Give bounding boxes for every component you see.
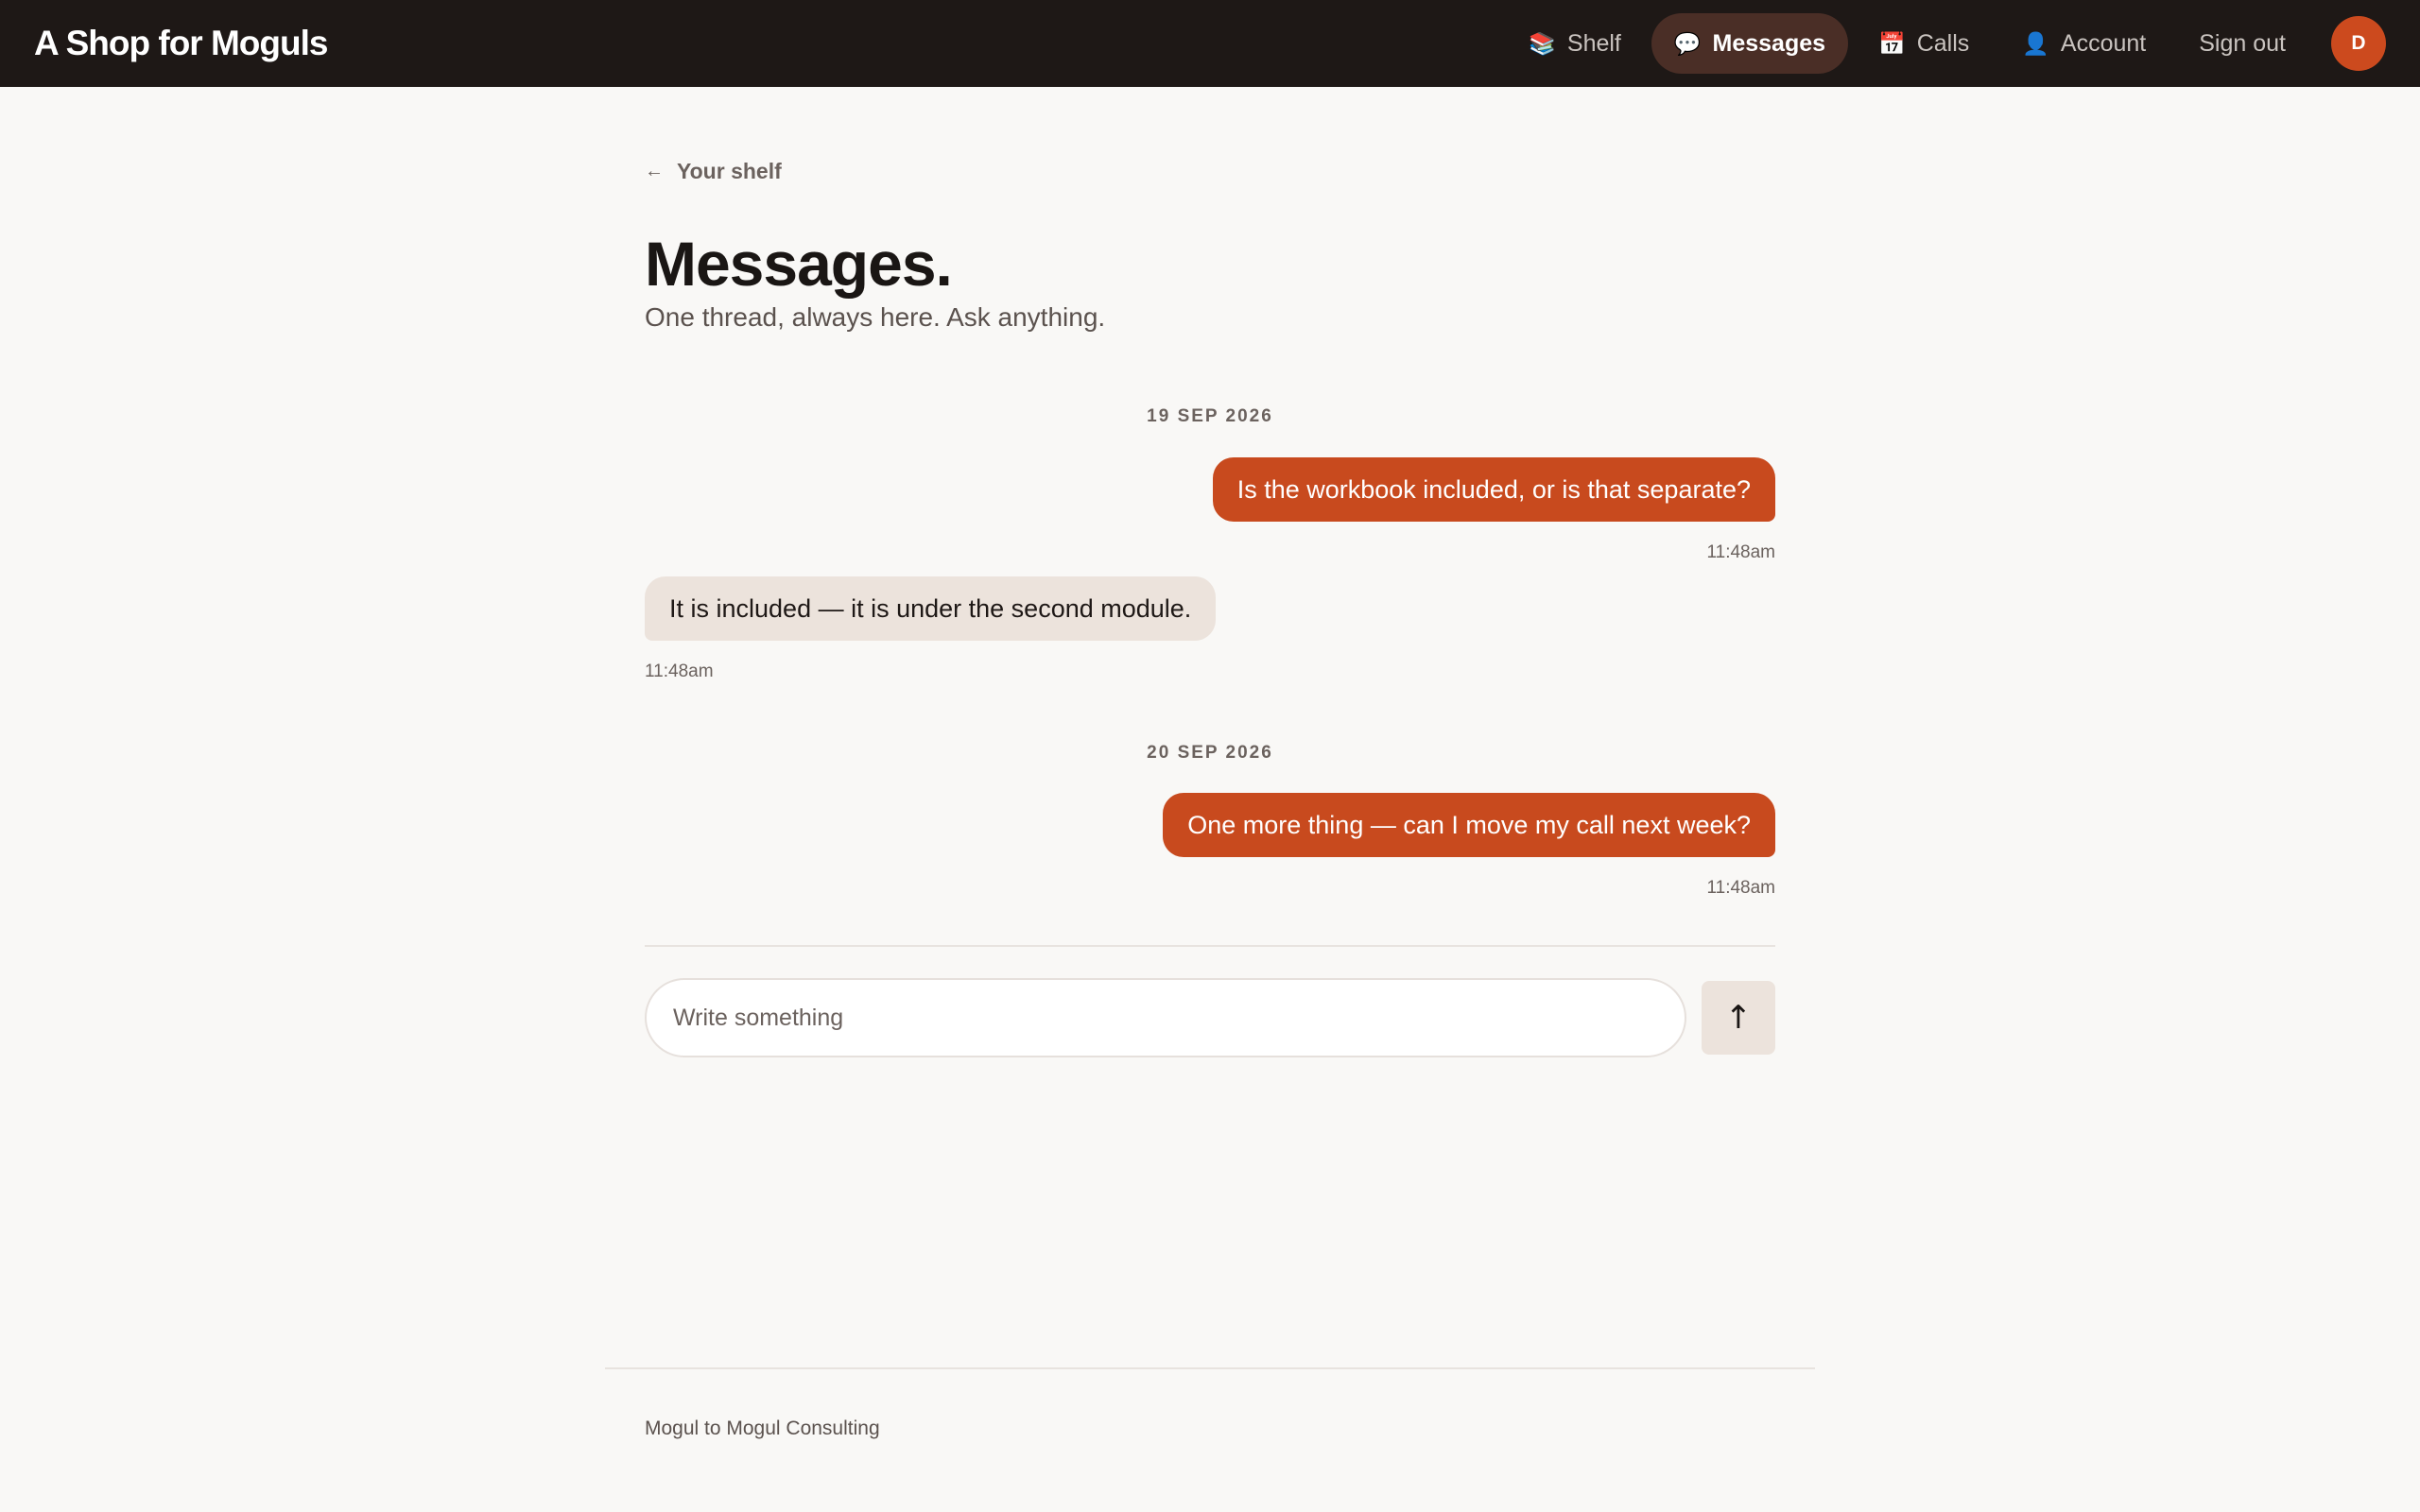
top-bar: A Shop for Moguls 📚 Shelf 💬 Messages 📅 C… [0, 0, 2420, 87]
message-bubble-outgoing: One more thing — can I move my call next… [1163, 793, 1775, 857]
composer-divider [645, 945, 1775, 947]
message-input[interactable] [645, 978, 1686, 1057]
nav-account[interactable]: 👤 Account [1999, 13, 2169, 74]
main-nav: 📚 Shelf 💬 Messages 📅 Calls 👤 Account Sig… [1506, 13, 2386, 74]
nav-calls[interactable]: 📅 Calls [1856, 13, 1992, 74]
nav-shelf[interactable]: 📚 Shelf [1506, 13, 1644, 74]
page-subtitle: One thread, always here. Ask anything. [645, 302, 1106, 332]
message-bubble-outgoing: Is the workbook included, or is that sep… [1212, 457, 1775, 522]
message-bubble-incoming: It is included — it is under the second … [645, 576, 1217, 641]
nav-account-label: Account [2060, 29, 2147, 57]
nav-shelf-label: Shelf [1566, 29, 1621, 57]
user-icon: 👤 [2022, 30, 2049, 56]
nav-messages-label: Messages [1712, 29, 1826, 57]
brand-logo[interactable]: A Shop for Moguls [34, 24, 328, 63]
date-separator: 20 SEP 2026 [1147, 743, 1273, 763]
sign-out-link[interactable]: Sign out [2176, 13, 2308, 74]
nav-messages[interactable]: 💬 Messages [1651, 13, 1849, 74]
footer-divider [605, 1367, 1815, 1369]
arrow-left-icon: ← [645, 161, 664, 181]
arrow-up-icon: ↑ [1724, 999, 1753, 1037]
message-timestamp: 11:48am [1706, 542, 1775, 562]
nav-calls-label: Calls [1916, 29, 1970, 57]
send-button[interactable]: ↑ [1702, 981, 1775, 1055]
date-separator: 19 SEP 2026 [1147, 406, 1273, 426]
message-timestamp: 11:48am [1706, 878, 1775, 898]
avatar[interactable]: D [2331, 16, 2386, 71]
books-icon: 📚 [1529, 30, 1556, 56]
back-link-label: Your shelf [677, 159, 782, 183]
back-to-shelf-link[interactable]: ← Your shelf [645, 159, 782, 184]
message-timestamp: 11:48am [645, 662, 714, 681]
message-composer: ↑ [645, 978, 1775, 1057]
sign-out-label: Sign out [2199, 29, 2286, 57]
footer-text: Mogul to Mogul Consulting [645, 1418, 880, 1439]
page-title: Messages. [645, 229, 953, 299]
calendar-icon: 📅 [1878, 30, 1906, 56]
speech-bubble-icon: 💬 [1673, 30, 1702, 56]
